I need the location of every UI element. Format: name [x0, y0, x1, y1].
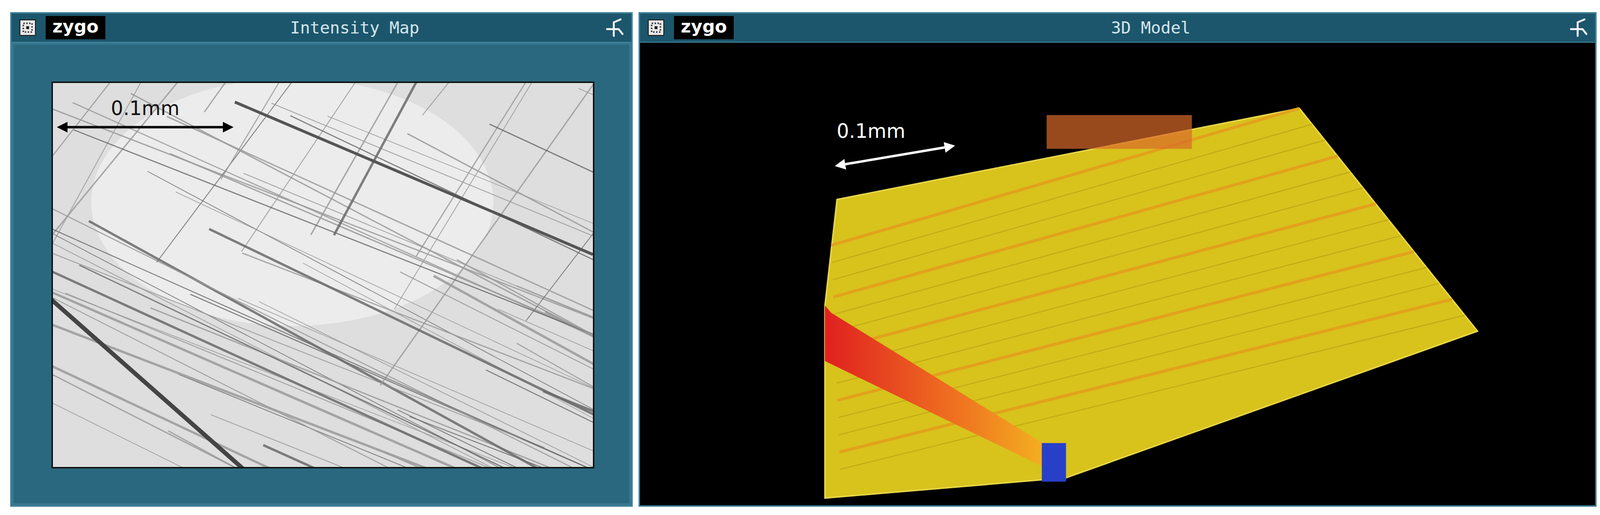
scale-label: 0.1mm	[54, 97, 236, 120]
close-icon[interactable]	[646, 18, 666, 37]
scale-bar: 0.1mm	[54, 97, 236, 135]
window-title: Intensity Map	[114, 17, 596, 38]
scale-arrow-icon	[54, 119, 236, 135]
image-panel: 0.1mm	[11, 42, 632, 506]
scratch-texture	[52, 83, 593, 468]
zygo-logo: zygo	[45, 16, 106, 40]
model-view: 0.1mm	[640, 42, 1596, 506]
intensity-map-image: 0.1mm	[51, 81, 595, 469]
zygo-logo: zygo	[673, 16, 734, 40]
pin-icon[interactable]	[1567, 17, 1589, 38]
scale-label: 0.1mm	[831, 120, 963, 142]
pin-icon[interactable]	[604, 17, 625, 38]
desktop: zygo Intensity Map 0.1mm zygo 3D Model 0.1mm	[0, 0, 1600, 515]
surface-model	[640, 42, 1596, 506]
title-bar: zygo 3D Model	[640, 13, 1596, 43]
zygo-window: zygo 3D Model 0.1mm	[638, 12, 1597, 507]
title-bar: zygo Intensity Map	[11, 13, 632, 43]
zygo-window: zygo Intensity Map 0.1mm	[10, 12, 633, 507]
scale-arrow-icon	[831, 141, 959, 171]
close-icon[interactable]	[18, 18, 37, 37]
window-title: 3D Model	[742, 17, 1560, 38]
scale-bar: 0.1mm	[831, 120, 963, 171]
